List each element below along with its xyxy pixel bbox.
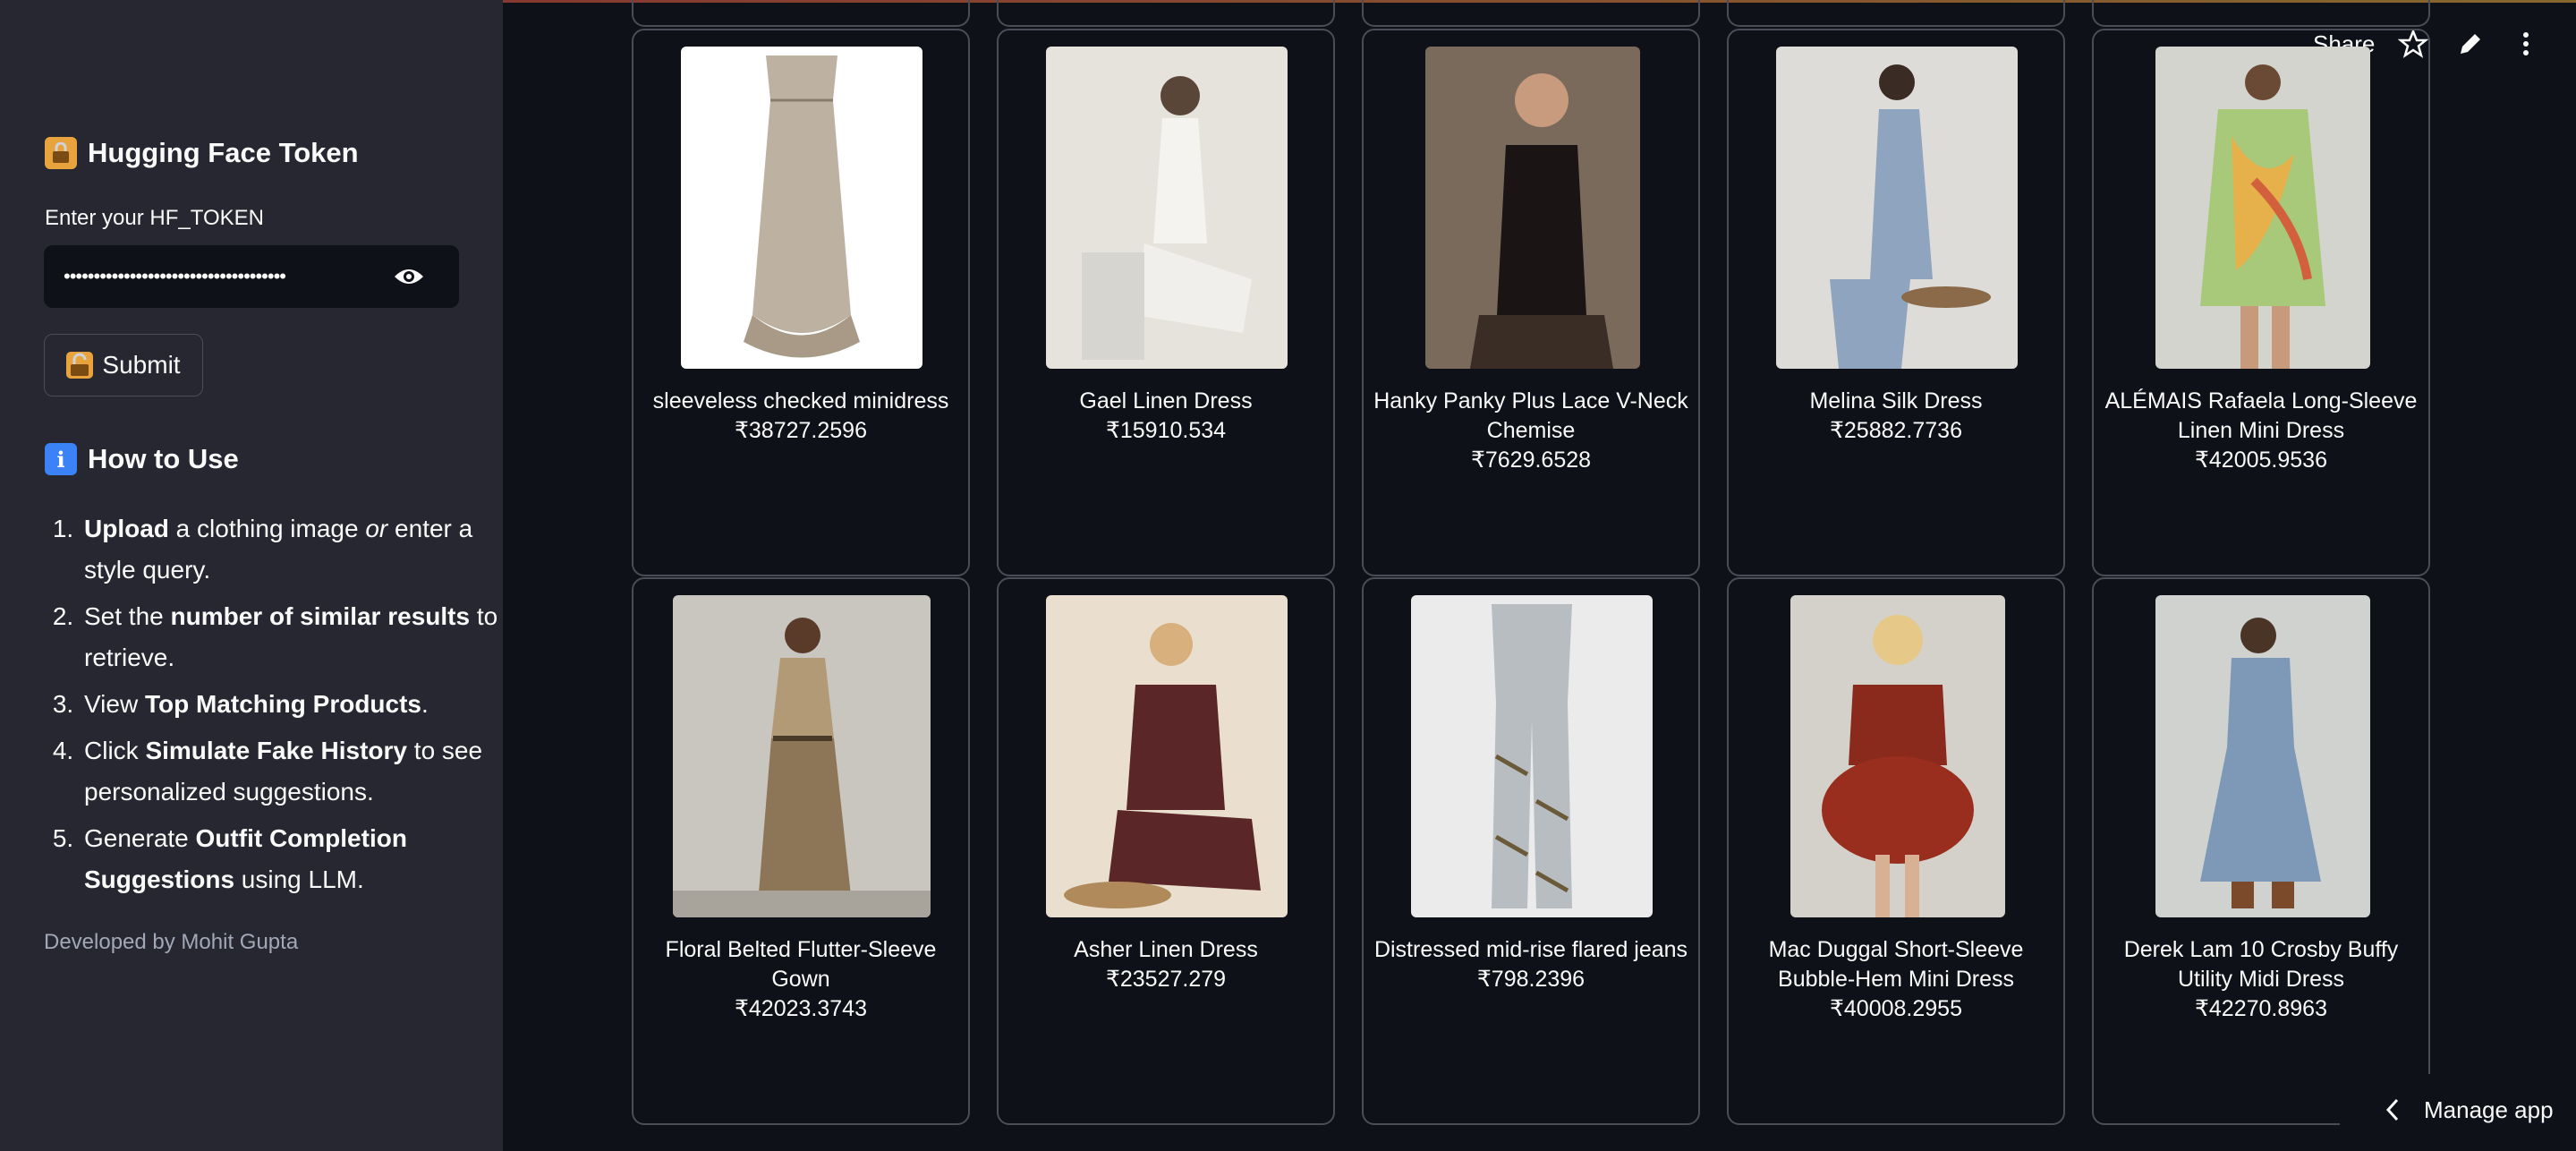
howto-steps: Upload a clothing image or enter a style…: [45, 508, 501, 906]
manage-app-label: Manage app: [2424, 1096, 2554, 1123]
step-2: Set the number of similar results to ret…: [81, 596, 501, 678]
token-input[interactable]: •••••••••••••••••••••••••••••••••••••: [44, 245, 459, 308]
pencil-icon[interactable]: [2455, 29, 2486, 59]
product-image: [2155, 595, 2370, 917]
product-image: [1046, 47, 1288, 369]
product-price: ₹798.2396: [1476, 967, 1586, 992]
product-name: Melina Silk Dress: [1809, 388, 1983, 414]
product-price: ₹7629.6528: [1470, 448, 1592, 473]
product-price: ₹42005.9536: [2195, 448, 2327, 473]
product-image: [1411, 595, 1653, 917]
product-price: ₹38727.2596: [735, 418, 867, 443]
product-card[interactable]: ALÉMAIS Rafaela Long-Sleeve Linen Mini D…: [2092, 29, 2430, 576]
product-price: ₹15910.534: [1105, 418, 1227, 443]
info-icon: i: [45, 443, 77, 475]
product-price: ₹42023.3743: [735, 996, 867, 1021]
eye-icon[interactable]: [393, 264, 425, 289]
prev-row-card: [2092, 0, 2430, 27]
product-image: [673, 595, 931, 917]
product-name: Floral Belted Flutter-Sleeve Gown: [665, 937, 937, 992]
product-name: Asher Linen Dress: [1074, 937, 1258, 962]
product-card[interactable]: Asher Linen Dress ₹23527.279: [997, 577, 1335, 1125]
prev-row-card: [997, 0, 1335, 27]
product-card[interactable]: Floral Belted Flutter-Sleeve Gown ₹42023.…: [632, 577, 970, 1125]
product-name: ALÉMAIS Rafaela Long-Sleeve Linen Mini D…: [2104, 388, 2418, 443]
product-name: Hanky Panky Plus Lace V-Neck Chemise: [1373, 388, 1688, 443]
product-name: Derek Lam 10 Crosby Buffy Utility Midi D…: [2123, 937, 2399, 992]
prev-row-card: [1362, 0, 1700, 27]
product-price: ₹23527.279: [1105, 967, 1227, 992]
token-label: Enter your HF_TOKEN: [45, 206, 264, 230]
product-image: [1790, 595, 2005, 917]
product-image: [1425, 47, 1640, 369]
howto-heading: i How to Use: [45, 443, 239, 475]
prev-row-card: [1727, 0, 2065, 27]
manage-app-button[interactable]: Manage app: [2340, 1074, 2576, 1146]
product-name: Gael Linen Dress: [1079, 388, 1253, 414]
chevron-left-icon: [2385, 1098, 2399, 1121]
step-4: Click Simulate Fake History to see perso…: [81, 730, 501, 813]
step-3: View Top Matching Products.: [81, 684, 501, 725]
product-image: [681, 47, 922, 369]
sidebar: Hugging Face Token Enter your HF_TOKEN •…: [0, 0, 503, 1151]
product-card[interactable]: Mac Duggal Short-Sleeve Bubble-Hem Mini …: [1727, 577, 2065, 1125]
unlock-icon: [66, 352, 94, 379]
token-heading: Hugging Face Token: [45, 137, 359, 169]
product-price: ₹42270.8963: [2195, 996, 2327, 1021]
product-price: ₹40008.2955: [1830, 996, 1962, 1021]
product-image: [1046, 595, 1288, 917]
submit-button[interactable]: Submit: [44, 334, 203, 396]
product-card[interactable]: Melina Silk Dress ₹25882.7736: [1727, 29, 2065, 576]
lock-icon: [45, 137, 77, 169]
product-image: [2155, 47, 2370, 369]
submit-label: Submit: [102, 351, 181, 379]
product-card[interactable]: sleeveless checked minidress ₹38727.2596: [632, 29, 970, 576]
product-card[interactable]: Derek Lam 10 Crosby Buffy Utility Midi D…: [2092, 577, 2430, 1125]
product-price: ₹25882.7736: [1830, 418, 1962, 443]
product-card[interactable]: Gael Linen Dress ₹15910.534: [997, 29, 1335, 576]
product-image: [1776, 47, 2018, 369]
product-name: Distressed mid-rise flared jeans: [1373, 937, 1688, 962]
prev-row-card: [632, 0, 970, 27]
product-card[interactable]: Distressed mid-rise flared jeans ₹798.239…: [1362, 577, 1700, 1125]
howto-heading-text: How to Use: [88, 443, 239, 474]
product-card[interactable]: Hanky Panky Plus Lace V-Neck Chemise ₹762…: [1362, 29, 1700, 576]
developer-credit: Developed by Mohit Gupta: [44, 930, 299, 954]
product-name: sleeveless checked minidress: [652, 388, 949, 414]
token-input-value: •••••••••••••••••••••••••••••••••••••: [64, 265, 286, 287]
more-vertical-icon[interactable]: [2511, 29, 2541, 59]
step-5: Generate Outfit Completion Suggestions u…: [81, 818, 501, 900]
token-heading-text: Hugging Face Token: [88, 137, 359, 168]
product-name: Mac Duggal Short-Sleeve Bubble-Hem Mini …: [1768, 937, 2024, 992]
step-1: Upload a clothing image or enter a style…: [81, 508, 501, 591]
